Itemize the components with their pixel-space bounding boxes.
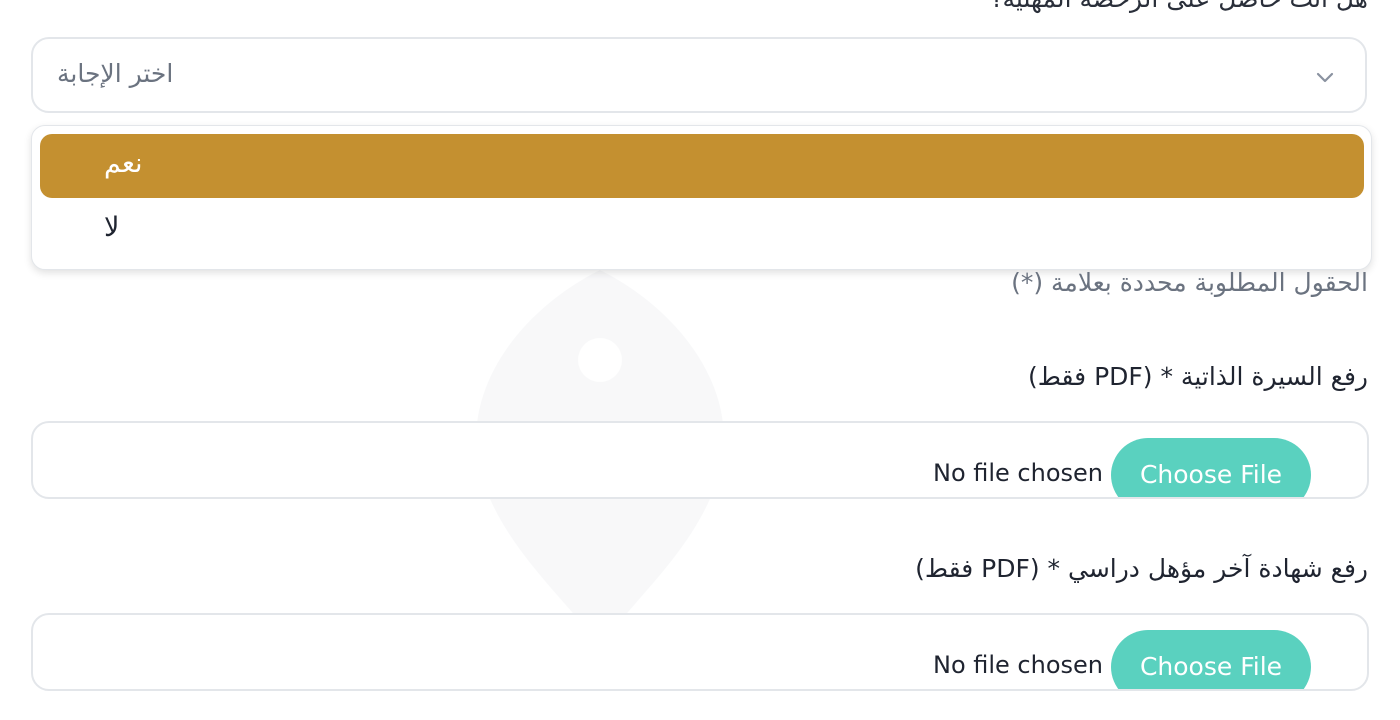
license-question-label: هل أنت حاصل على الرخصة المهنية؟ — [989, 0, 1368, 13]
select-placeholder: اختر الإجابة — [57, 59, 174, 88]
option-no[interactable]: لا — [40, 198, 1364, 262]
select-dropdown-menu: نعم لا — [31, 125, 1372, 270]
certificate-file-status: No file chosen — [932, 651, 1103, 679]
cv-file-status: No file chosen — [932, 459, 1103, 487]
chevron-down-icon — [1316, 72, 1334, 83]
cv-choose-file-button[interactable]: Choose File — [1111, 438, 1311, 497]
cv-file-input[interactable]: Choose File No file chosen — [31, 421, 1369, 499]
certificate-choose-file-button[interactable]: Choose File — [1111, 630, 1311, 689]
license-select[interactable]: اختر الإجابة — [31, 37, 1367, 113]
certificate-upload-label: رفع شهادة آخر مؤهل دراسي * (PDF فقط) — [915, 554, 1368, 583]
option-yes-label: نعم — [104, 148, 143, 179]
required-fields-note: الحقول المطلوبة محددة بعلامة (*) — [1011, 268, 1368, 297]
option-yes[interactable]: نعم — [40, 134, 1364, 198]
certificate-file-input[interactable]: Choose File No file chosen — [31, 613, 1369, 691]
cv-upload-label: رفع السيرة الذاتية * (PDF فقط) — [1028, 362, 1368, 391]
option-no-label: لا — [104, 212, 120, 243]
page: هل أنت حاصل على الرخصة المهنية؟ اختر الإ… — [0, 0, 1400, 720]
